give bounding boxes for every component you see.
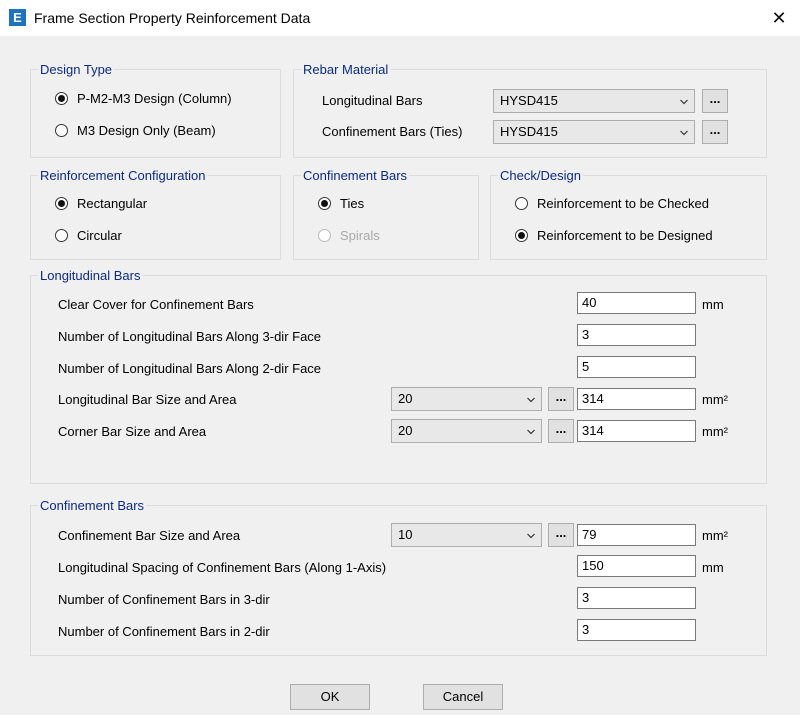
bar-area-input[interactable]: 314	[577, 388, 696, 410]
title-bar: E Frame Section Property Reinforcement D…	[0, 0, 800, 36]
confinement-bars-material-label: Confinement Bars (Ties)	[322, 124, 463, 139]
corner-bar-size-select[interactable]: 20	[391, 419, 542, 443]
confinement-type-group: Confinement Bars	[293, 168, 479, 260]
confinement-2dir-input[interactable]: 3	[577, 619, 696, 641]
confinement-3dir-input[interactable]: 3	[577, 587, 696, 609]
radio-icon	[55, 124, 68, 137]
confinement-3dir-label: Number of Confinement Bars in 3-dir	[58, 592, 270, 607]
design-type-group: Design Type	[30, 62, 281, 158]
longitudinal-bars-legend: Longitudinal Bars	[40, 268, 141, 283]
radio-ties[interactable]: Ties	[318, 196, 364, 211]
radio-column-design[interactable]: P-M2-M3 Design (Column)	[55, 91, 232, 106]
confinement-size-label: Confinement Bar Size and Area	[58, 528, 241, 543]
confinement-size-select[interactable]: 10	[391, 523, 542, 547]
chevron-down-icon	[527, 533, 535, 539]
bars-2dir-label: Number of Longitudinal Bars Along 2-dir …	[58, 361, 322, 376]
radio-label-column-design: P-M2-M3 Design (Column)	[77, 91, 232, 106]
clear-cover-label: Clear Cover for Confinement Bars	[58, 297, 254, 312]
longitudinal-material-ellipsis-button[interactable]: ...	[702, 89, 728, 113]
check-design-group: Check/Design	[490, 168, 767, 260]
radio-label-reinforcement-designed: Reinforcement to be Designed	[537, 228, 713, 243]
cancel-button[interactable]: Cancel	[423, 684, 503, 710]
longitudinal-bars-material-select[interactable]: HYSD415	[493, 89, 695, 113]
bar-size-ellipsis-button[interactable]: ...	[548, 387, 574, 411]
clear-cover-input[interactable]: 40	[577, 292, 696, 314]
confinement-area-input[interactable]: 79	[577, 524, 696, 546]
confinement-material-ellipsis-button[interactable]: ...	[702, 120, 728, 144]
confinement-spacing-unit: mm	[702, 560, 724, 575]
longitudinal-bars-material-label: Longitudinal Bars	[322, 93, 423, 108]
radio-spirals: Spirals	[318, 228, 380, 243]
chevron-down-icon	[527, 397, 535, 403]
corner-bar-size-value: 20	[398, 423, 413, 438]
confinement-size-ellipsis-button[interactable]: ...	[548, 523, 574, 547]
bar-size-select[interactable]: 20	[391, 387, 542, 411]
corner-bar-area-input[interactable]: 314	[577, 420, 696, 442]
confinement-type-legend: Confinement Bars	[303, 168, 408, 183]
chevron-down-icon	[680, 99, 688, 105]
radio-reinforcement-checked[interactable]: Reinforcement to be Checked	[515, 196, 709, 211]
clear-cover-unit: mm	[702, 297, 724, 312]
radio-icon	[55, 197, 68, 210]
confinement-area-unit: mm²	[702, 528, 728, 543]
check-design-legend: Check/Design	[500, 168, 581, 183]
radio-icon	[318, 229, 331, 242]
bar-area-unit: mm²	[702, 392, 728, 407]
radio-label-circular: Circular	[77, 228, 122, 243]
confinement-spacing-label: Longitudinal Spacing of Confinement Bars…	[58, 560, 387, 575]
radio-beam-design[interactable]: M3 Design Only (Beam)	[55, 123, 216, 138]
design-type-legend: Design Type	[40, 62, 113, 77]
bars-2dir-input[interactable]: 5	[577, 356, 696, 378]
radio-icon	[55, 229, 68, 242]
confinement-bars-material-select[interactable]: HYSD415	[493, 120, 695, 144]
bars-3dir-input[interactable]: 3	[577, 324, 696, 346]
radio-circular[interactable]: Circular	[55, 228, 122, 243]
radio-label-spirals: Spirals	[340, 228, 380, 243]
window-title: Frame Section Property Reinforcement Dat…	[34, 10, 311, 26]
radio-label-rectangular: Rectangular	[77, 196, 148, 211]
radio-icon	[55, 92, 68, 105]
radio-label-reinforcement-checked: Reinforcement to be Checked	[537, 196, 709, 211]
corner-bar-label: Corner Bar Size and Area	[58, 424, 207, 439]
longitudinal-bars-material-value: HYSD415	[500, 93, 558, 108]
radio-reinforcement-designed[interactable]: Reinforcement to be Designed	[515, 228, 713, 243]
confinement-bars-legend: Confinement Bars	[40, 498, 145, 513]
reinforcement-configuration-legend: Reinforcement Configuration	[40, 168, 206, 183]
radio-icon	[515, 229, 528, 242]
confinement-bars-material-value: HYSD415	[500, 124, 558, 139]
reinforcement-configuration-group: Reinforcement Configuration	[30, 168, 281, 260]
chevron-down-icon	[680, 130, 688, 136]
rebar-material-legend: Rebar Material	[303, 62, 389, 77]
etabs-app-icon: E	[9, 9, 26, 26]
bar-size-value: 20	[398, 391, 413, 406]
confinement-spacing-input[interactable]: 150	[577, 555, 696, 577]
radio-rectangular[interactable]: Rectangular	[55, 196, 147, 211]
radio-icon	[515, 197, 528, 210]
corner-bar-area-unit: mm²	[702, 424, 728, 439]
radio-label-ties: Ties	[340, 196, 365, 211]
radio-label-beam-design: M3 Design Only (Beam)	[77, 123, 216, 138]
corner-bar-ellipsis-button[interactable]: ...	[548, 419, 574, 443]
chevron-down-icon	[527, 429, 535, 435]
bar-size-label: Longitudinal Bar Size and Area	[58, 392, 237, 407]
confinement-size-value: 10	[398, 527, 413, 542]
bars-3dir-label: Number of Longitudinal Bars Along 3-dir …	[58, 329, 322, 344]
ok-button[interactable]: OK	[290, 684, 370, 710]
radio-icon	[318, 197, 331, 210]
confinement-2dir-label: Number of Confinement Bars in 2-dir	[58, 624, 270, 639]
close-button[interactable]: ✕	[764, 5, 794, 31]
